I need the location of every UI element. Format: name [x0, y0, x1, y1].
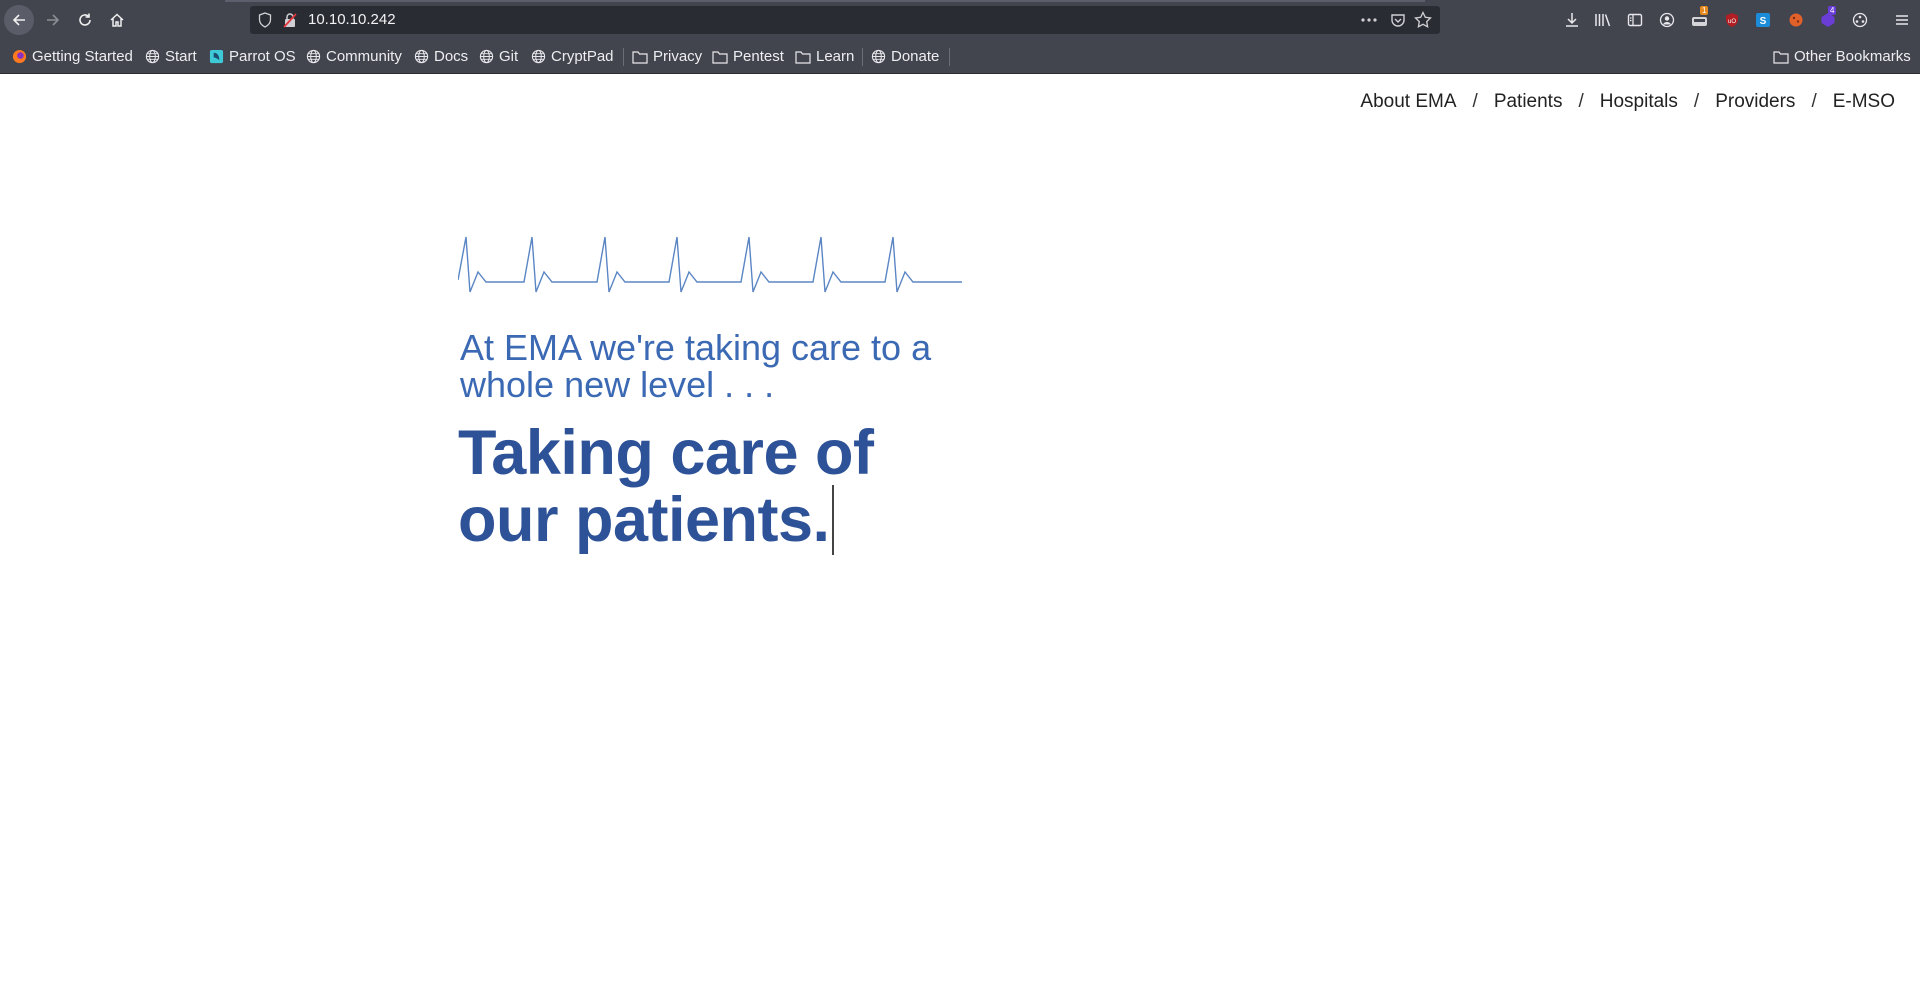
folder-icon: [632, 50, 648, 64]
bookmark-git[interactable]: Git: [479, 40, 518, 73]
tagline: At EMA we're taking care to a whole new …: [460, 329, 980, 403]
bookmarks-toolbar: Getting Started Start Parrot OS Communit…: [0, 40, 1920, 74]
globe-icon: [531, 49, 546, 64]
pocket-icon[interactable]: [1390, 12, 1406, 32]
bookmark-star-icon[interactable]: [1414, 10, 1432, 33]
insecure-lock-icon[interactable]: [283, 12, 297, 32]
bookmark-label: Parrot OS: [229, 48, 296, 65]
bookmark-label: Getting Started: [32, 48, 133, 65]
browser-toolbar: 10.10.10.242 1 uO S 4: [0, 0, 1920, 40]
back-button[interactable]: [4, 5, 34, 35]
site-nav: About EMA / Patients / Hospitals / Provi…: [1360, 91, 1895, 113]
ublock-icon[interactable]: uO: [1722, 10, 1742, 30]
headline-line-2: our patients.: [458, 485, 978, 555]
globe-icon: [479, 49, 494, 64]
nav-hospitals[interactable]: Hospitals: [1600, 91, 1678, 113]
extension-foxy-icon[interactable]: 1: [1690, 6, 1710, 30]
web-page: About EMA / Patients / Hospitals / Provi…: [0, 74, 1920, 995]
bookmark-label: Git: [499, 48, 519, 65]
bookmark-community[interactable]: Community: [306, 40, 402, 73]
account-icon[interactable]: [1657, 10, 1677, 30]
globe-icon: [414, 49, 429, 64]
typing-caret: [831, 485, 834, 555]
bookmark-label: Donate: [891, 48, 940, 65]
bookmark-start[interactable]: Start: [145, 40, 197, 73]
globe-icon: [871, 49, 886, 64]
arrow-left-icon: [11, 12, 27, 28]
hamburger-menu-icon[interactable]: [1892, 10, 1912, 30]
cookie-extension-icon[interactable]: [1786, 10, 1806, 30]
bookmark-folder-privacy[interactable]: Privacy: [632, 40, 702, 73]
bookmark-donate[interactable]: Donate: [871, 40, 939, 73]
globe-icon: [145, 49, 160, 64]
forward-button[interactable]: [38, 5, 68, 35]
bookmark-folder-pentest[interactable]: Pentest: [712, 40, 784, 73]
bookmark-label: Community: [326, 48, 402, 65]
nav-separator: /: [1578, 91, 1584, 112]
folder-icon: [795, 50, 811, 64]
bookmark-label: Privacy: [653, 48, 703, 65]
headline-line-2-text: our patients.: [458, 485, 830, 555]
download-icon[interactable]: [1562, 10, 1582, 30]
extension-badge: 1: [1700, 6, 1709, 15]
nav-about-ema[interactable]: About EMA: [1360, 91, 1456, 113]
url-text[interactable]: 10.10.10.242: [308, 6, 396, 34]
extension-badge: 4: [1828, 6, 1837, 15]
reload-icon: [77, 12, 93, 28]
home-button[interactable]: [102, 5, 132, 35]
headline-line-1: Taking care of: [458, 418, 874, 488]
purple-extension-icon[interactable]: 4: [1818, 6, 1838, 30]
globe-icon: [306, 49, 321, 64]
bookmark-label: Pentest: [733, 48, 784, 65]
bookmark-cryptpad[interactable]: CryptPad: [531, 40, 614, 73]
library-icon[interactable]: [1593, 10, 1613, 30]
nav-separator: /: [1811, 91, 1817, 112]
shield-icon[interactable]: [258, 12, 272, 32]
other-bookmarks[interactable]: Other Bookmarks: [1773, 40, 1911, 73]
bookmark-label: Docs: [434, 48, 469, 65]
bookmark-label: Learn: [816, 48, 855, 65]
bookmark-separator: [623, 48, 624, 66]
svg-text:uO: uO: [1728, 19, 1736, 25]
parrot-icon: [209, 49, 224, 64]
bookmark-label: CryptPad: [551, 48, 614, 65]
tagline-line-2: whole new level . . .: [460, 364, 775, 405]
bookmark-docs[interactable]: Docs: [414, 40, 468, 73]
bookmark-parrot-os[interactable]: Parrot OS: [209, 40, 296, 73]
folder-icon: [1773, 50, 1789, 64]
other-bookmarks-label: Other Bookmarks: [1794, 48, 1911, 65]
heartbeat-line-graphic: [458, 236, 962, 293]
home-icon: [109, 12, 125, 28]
tab-strip-edge: [225, 0, 1425, 2]
address-bar[interactable]: 10.10.10.242: [250, 6, 1440, 34]
s-extension-icon[interactable]: S: [1753, 10, 1773, 30]
bookmark-separator: [862, 48, 863, 66]
bookmark-separator: [949, 48, 950, 66]
color-wheel-icon[interactable]: [1850, 10, 1870, 30]
nav-separator: /: [1472, 91, 1478, 112]
firefox-icon: [12, 49, 27, 64]
arrow-right-icon: [45, 12, 61, 28]
nav-separator: /: [1693, 91, 1700, 112]
bookmark-getting-started[interactable]: Getting Started: [12, 40, 133, 73]
tagline-line-1: At EMA we're taking care to a: [460, 327, 932, 368]
svg-text:S: S: [1760, 16, 1767, 27]
nav-providers[interactable]: Providers: [1715, 91, 1795, 113]
bookmark-folder-learn[interactable]: Learn: [795, 40, 854, 73]
more-actions-icon[interactable]: [1360, 12, 1378, 32]
reload-button[interactable]: [70, 5, 100, 35]
nav-patients[interactable]: Patients: [1494, 91, 1563, 113]
sidebar-icon[interactable]: [1625, 10, 1645, 30]
hero-headline: Taking care of our patients.: [458, 422, 978, 555]
nav-e-mso[interactable]: E-MSO: [1833, 91, 1895, 113]
bookmark-label: Start: [165, 48, 197, 65]
folder-icon: [712, 50, 728, 64]
